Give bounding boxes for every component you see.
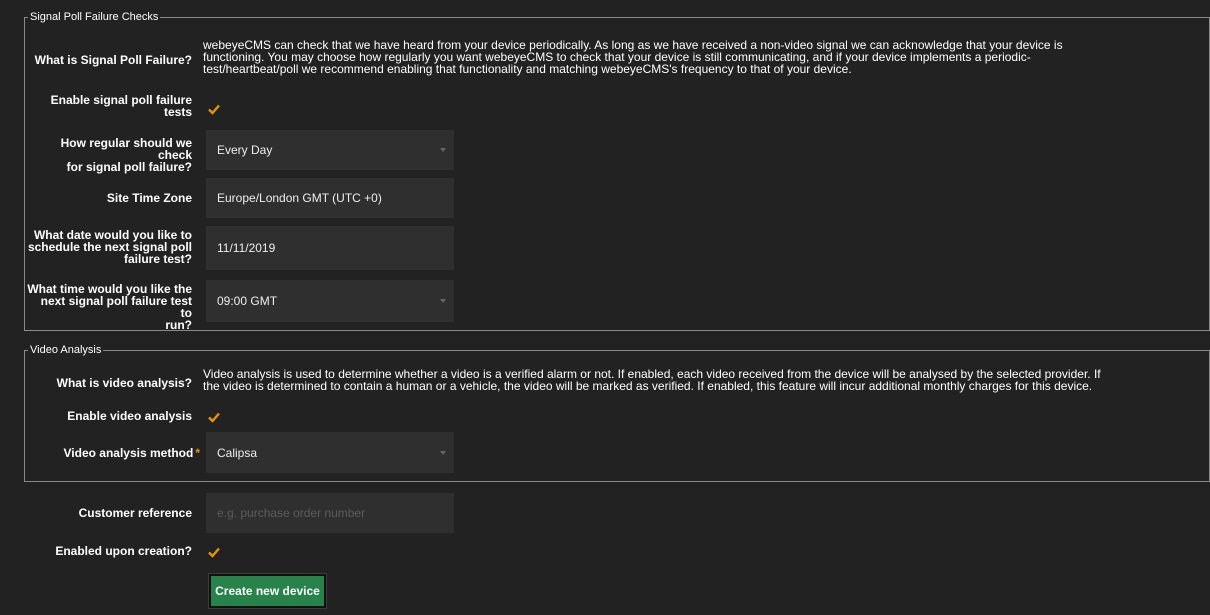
signal-poll-description: webeyeCMS can check that we have heard f… bbox=[203, 39, 1203, 75]
method-value: Calipsa bbox=[217, 445, 258, 460]
next-date-input[interactable]: 11/11/2019 bbox=[206, 226, 454, 270]
timezone-value: Europe/London GMT (UTC +0) bbox=[217, 191, 382, 205]
what-is-signal-poll-label: What is Signal Poll Failure? bbox=[34, 53, 192, 67]
customer-reference-placeholder: e.g. purchase order number bbox=[217, 506, 366, 520]
next-date-value: 11/11/2019 bbox=[217, 241, 276, 255]
next-date-label: What date would you like to schedule the… bbox=[26, 229, 192, 265]
customer-reference-label: Customer reference bbox=[78, 506, 192, 520]
label-line: next signal poll failure test to bbox=[40, 294, 192, 320]
frequency-label: How regular should we check for signal p… bbox=[26, 137, 192, 173]
enable-video-analysis-label: Enable video analysis bbox=[67, 409, 192, 423]
device-form-panel: Signal Poll Failure Checks What is Signa… bbox=[0, 0, 1210, 615]
enable-video-analysis-checkbox[interactable] bbox=[207, 410, 221, 424]
checkmark-icon bbox=[208, 547, 220, 558]
signal-poll-legend: Signal Poll Failure Checks bbox=[28, 10, 161, 24]
create-new-device-button[interactable]: Create new device bbox=[209, 574, 326, 608]
label-line: failure test? bbox=[123, 252, 192, 266]
checkmark-icon bbox=[208, 412, 220, 423]
label-line: run? bbox=[165, 318, 192, 332]
required-indicator: * bbox=[195, 446, 200, 460]
signal-poll-desc-line: test/heartbeat/poll we recommend enablin… bbox=[203, 62, 852, 76]
enabled-on-creation-label: Enabled upon creation? bbox=[55, 544, 192, 558]
label-line: for signal poll failure? bbox=[66, 160, 192, 174]
customer-reference-input[interactable]: e.g. purchase order number bbox=[206, 493, 454, 533]
enable-signal-poll-checkbox[interactable] bbox=[207, 102, 221, 116]
timezone-field[interactable]: Europe/London GMT (UTC +0) bbox=[206, 178, 454, 218]
checkmark-icon bbox=[208, 104, 220, 115]
label-line: How regular should we check bbox=[60, 136, 192, 162]
chevron-down-icon bbox=[440, 148, 446, 152]
frequency-select[interactable]: Every Day bbox=[206, 130, 454, 170]
video-analysis-method-select[interactable]: Calipsa bbox=[206, 432, 454, 473]
next-time-select[interactable]: 09:00 GMT bbox=[206, 280, 454, 322]
chevron-down-icon bbox=[440, 450, 446, 455]
video-analysis-description: Video analysis is used to determine whet… bbox=[203, 368, 1208, 392]
timezone-label: Site Time Zone bbox=[106, 191, 192, 205]
video-analysis-legend: Video Analysis bbox=[28, 343, 104, 357]
video-desc-line: the video is determined to contain a hum… bbox=[203, 379, 1093, 393]
enabled-on-creation-checkbox[interactable] bbox=[207, 545, 221, 559]
create-button-label: Create new device bbox=[215, 584, 320, 598]
method-label-text: Video analysis method bbox=[63, 446, 194, 460]
next-time-value: 09:00 GMT bbox=[217, 294, 278, 308]
chevron-down-icon bbox=[440, 299, 446, 303]
next-time-label: What time would you like the next signal… bbox=[26, 283, 192, 331]
enable-signal-poll-label: Enable signal poll failure tests bbox=[26, 94, 192, 118]
frequency-value: Every Day bbox=[217, 143, 273, 157]
video-analysis-method-label: Video analysis method * bbox=[26, 446, 201, 460]
what-is-video-analysis-label: What is video analysis? bbox=[56, 376, 192, 390]
label-line: tests bbox=[163, 105, 192, 119]
